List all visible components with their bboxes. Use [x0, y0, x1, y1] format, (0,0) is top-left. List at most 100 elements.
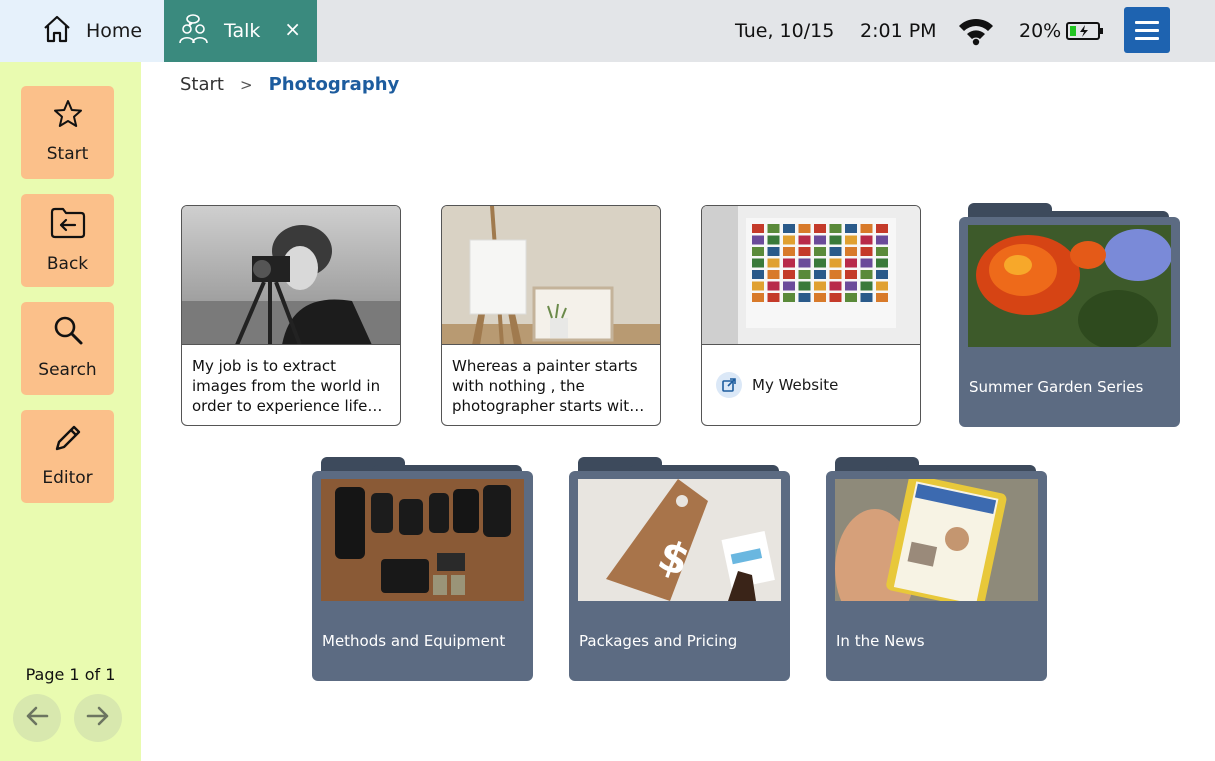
close-tab-icon[interactable]: ×: [284, 19, 301, 39]
start-button[interactable]: Start: [21, 86, 114, 179]
arrow-right-icon: [84, 702, 112, 734]
back-button[interactable]: Back: [21, 194, 114, 287]
breadcrumb-start[interactable]: Start: [180, 74, 224, 95]
gallery-thumbnail: [860, 247, 873, 256]
gallery-thumbnail: [783, 270, 795, 279]
battery-charging-icon: [1066, 0, 1104, 62]
tab-home-label: Home: [86, 20, 143, 42]
gallery-thumbnail: [829, 235, 842, 245]
sidebar: Start Back Search Editor Page 1 of 1: [0, 62, 141, 761]
folder-label: Summer Garden Series: [969, 378, 1144, 396]
gallery-thumbnail: [845, 247, 857, 256]
folder-label: Packages and Pricing: [579, 632, 738, 650]
gallery-thumbnail: [798, 258, 811, 268]
tab-home[interactable]: Home: [0, 0, 164, 62]
gallery-thumbnail: [829, 224, 842, 233]
gallery-thumbnail: [814, 258, 826, 268]
gallery-thumbnail: [845, 235, 857, 245]
gallery-thumbnail: [814, 224, 826, 233]
gallery-thumbnail: [767, 247, 780, 256]
folder-in-the-news[interactable]: In the News: [826, 457, 1047, 681]
editor-button[interactable]: Editor: [21, 410, 114, 503]
gallery-thumbnail: [845, 281, 857, 291]
tab-talk[interactable]: Talk ×: [164, 0, 317, 62]
gallery-thumbnail: [876, 281, 888, 291]
gallery-thumbnail: [752, 270, 764, 279]
website-link[interactable]: My Website: [716, 372, 838, 398]
menu-button[interactable]: [1124, 7, 1170, 53]
battery-percent: 20%: [1019, 20, 1062, 42]
gallery-thumbnail: [767, 270, 780, 279]
breadcrumb: Start > Photography: [180, 74, 399, 95]
folder-label: Methods and Equipment: [322, 632, 506, 650]
quote-card[interactable]: Whereas a painter starts with nothing , …: [441, 205, 661, 426]
gallery-thumbnail: [767, 235, 780, 245]
folder-methods-and-equipment[interactable]: Methods and Equipment: [312, 457, 533, 681]
search-button-label: Search: [38, 360, 97, 380]
gallery-thumbnail: [783, 247, 795, 256]
photographer-image: [182, 206, 400, 345]
gallery-thumbnail: [876, 224, 888, 233]
gallery-thumbnail: [752, 258, 764, 268]
hamburger-icon: [1135, 20, 1159, 24]
breadcrumb-current: Photography: [268, 74, 400, 95]
gallery-thumbnail: [814, 293, 826, 302]
time-display: 2:01 PM: [860, 20, 937, 42]
card-quote-text: My job is to extract images from the wor…: [192, 357, 381, 415]
gallery-thumbnail: [876, 258, 888, 268]
gallery-thumbnail: [783, 293, 795, 302]
news-tablet-image: [835, 479, 1038, 601]
website-link-card[interactable]: My Website: [701, 205, 921, 426]
card-quote-text: Whereas a painter starts with nothing , …: [452, 357, 639, 415]
gallery-wall-image: [702, 206, 920, 345]
gallery-thumbnail: [814, 270, 826, 279]
talk-people-icon: [178, 13, 210, 49]
star-icon: [52, 98, 84, 134]
gallery-thumbnail: [767, 281, 780, 291]
next-page-button[interactable]: [74, 694, 122, 742]
editor-button-label: Editor: [42, 468, 93, 488]
gallery-thumbnail: [798, 235, 811, 245]
gallery-thumbnail: [798, 270, 811, 279]
gallery-thumbnail: [798, 247, 811, 256]
camera-equipment-image: [321, 479, 524, 601]
gallery-thumbnail: [845, 293, 857, 302]
folder-summer-garden-series[interactable]: Summer Garden Series: [959, 203, 1180, 427]
folder-back-icon: [49, 206, 87, 244]
gallery-thumbnail: [752, 247, 764, 256]
gallery-thumbnail: [752, 293, 764, 302]
gallery-thumbnail: [829, 270, 842, 279]
gallery-thumbnail: [860, 235, 873, 245]
folder-packages-and-pricing[interactable]: $ Packages and Pricing: [569, 457, 790, 681]
search-icon: [52, 314, 84, 350]
search-button[interactable]: Search: [21, 302, 114, 395]
gallery-thumbnail: [783, 281, 795, 291]
gallery-thumbnail: [767, 293, 780, 302]
gallery-thumbnail: [829, 281, 842, 291]
gallery-thumbnail: [860, 293, 873, 302]
gallery-thumbnail: [783, 224, 795, 233]
previous-page-button[interactable]: [13, 694, 61, 742]
top-bar: Home Talk × Tue, 10/15 2:01 PM 20%: [0, 0, 1215, 62]
gallery-thumbnail: [845, 258, 857, 268]
gallery-thumbnail: [798, 224, 811, 233]
back-button-label: Back: [46, 254, 89, 274]
folder-label: In the News: [836, 632, 925, 650]
external-link-icon: [716, 372, 742, 398]
arrow-left-icon: [23, 702, 51, 734]
start-button-label: Start: [46, 144, 89, 164]
date-display: Tue, 10/15: [735, 20, 835, 42]
quote-card[interactable]: My job is to extract images from the wor…: [181, 205, 401, 426]
gallery-thumbnail: [814, 247, 826, 256]
flowers-image: [968, 225, 1171, 347]
gallery-thumbnail: [860, 281, 873, 291]
gallery-thumbnail: [860, 270, 873, 279]
gallery-thumbnail: [783, 258, 795, 268]
gallery-thumbnail: [767, 258, 780, 268]
tab-talk-label: Talk: [224, 20, 261, 42]
gallery-thumbnail: [845, 224, 857, 233]
gallery-thumbnail: [829, 258, 842, 268]
price-tag-image: $: [578, 479, 781, 601]
gallery-thumbnail: [876, 293, 888, 302]
gallery-thumbnail: [752, 281, 764, 291]
